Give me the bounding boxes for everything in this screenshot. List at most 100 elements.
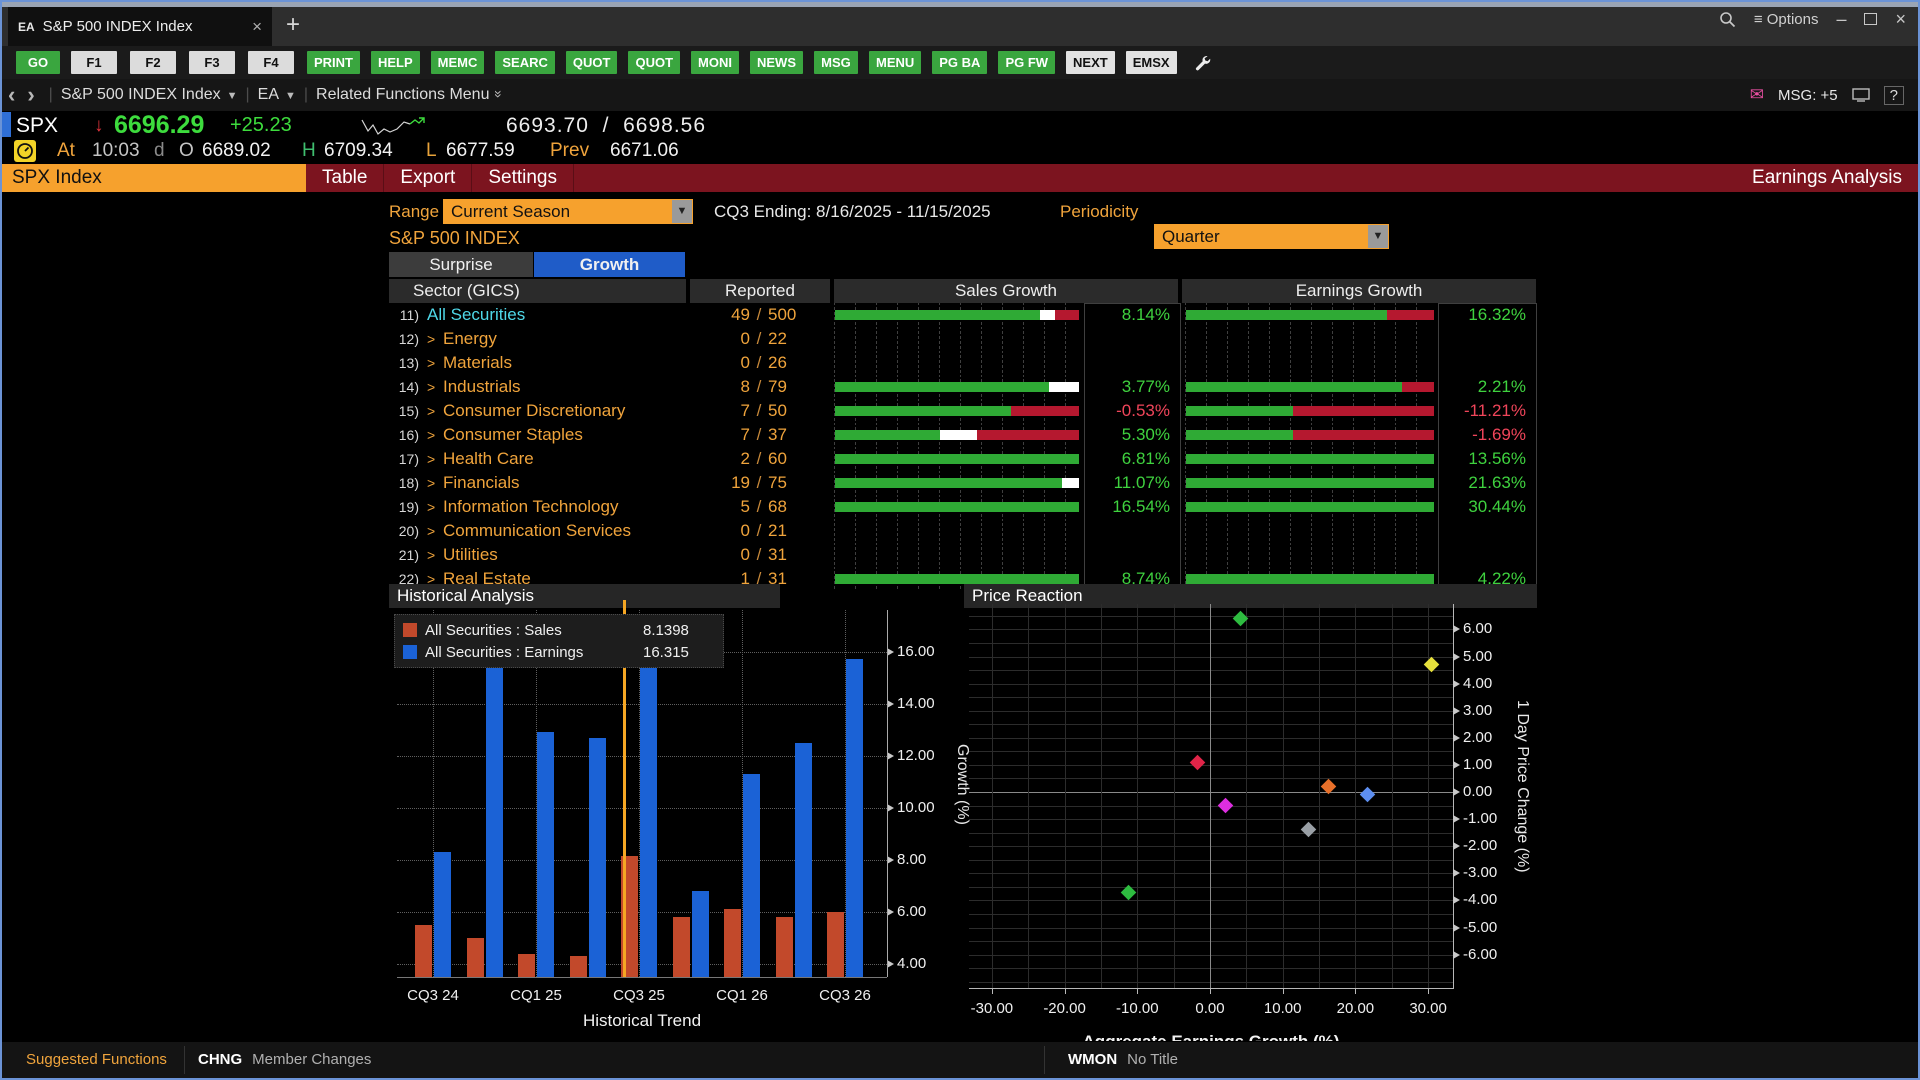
function-menu[interactable]: EA▼ xyxy=(258,86,296,104)
toolbar-button-pg-fw[interactable]: PG FW xyxy=(998,51,1055,74)
wrench-icon[interactable] xyxy=(1194,54,1211,71)
toolbar-button-msg[interactable]: MSG xyxy=(814,51,858,74)
toolbar-button-searc[interactable]: SEARC xyxy=(495,51,555,74)
sector-name[interactable]: Consumer Staples xyxy=(443,423,583,447)
suggested-function-wmon[interactable]: WMONNo Title xyxy=(1068,1051,1178,1068)
expand-caret-icon[interactable]: > xyxy=(427,327,435,351)
tab-surprise[interactable]: Surprise xyxy=(389,252,533,277)
close-icon[interactable]: × xyxy=(1895,10,1906,28)
menu-item-settings[interactable]: Settings xyxy=(472,164,574,192)
help-button[interactable]: ? xyxy=(1884,86,1904,105)
bar-miss-segment xyxy=(1055,310,1079,320)
menu-item-table[interactable]: Table xyxy=(306,164,384,192)
toolbar-button-go[interactable]: GO xyxy=(16,51,60,74)
expand-caret-icon[interactable]: > xyxy=(427,399,435,423)
gridline xyxy=(1246,604,1247,988)
sector-name[interactable]: Health Care xyxy=(443,447,534,471)
suggested-function-chng[interactable]: CHNGMember Changes xyxy=(198,1051,371,1068)
toolbar-button-moni[interactable]: MONI xyxy=(691,51,739,74)
y-axis-line xyxy=(887,610,888,977)
table-row[interactable]: 19)>Information Technology5/6816.54%30.4… xyxy=(389,495,1537,519)
minimize-icon[interactable]: – xyxy=(1836,10,1846,28)
toolbar-button-f3[interactable]: F3 xyxy=(189,51,235,74)
toolbar-button-help[interactable]: HELP xyxy=(371,51,420,74)
expand-caret-icon[interactable]: > xyxy=(427,543,435,567)
msg-count[interactable]: MSG: +5 xyxy=(1778,87,1838,104)
table-row[interactable]: 15)>Consumer Discretionary7/50-0.53%-11.… xyxy=(389,399,1537,423)
related-functions-menu[interactable]: Related Functions Menu» xyxy=(316,86,503,104)
sector-name[interactable]: Energy xyxy=(443,327,497,351)
chevron-down-icon[interactable]: ▼ xyxy=(1368,225,1388,248)
search-icon[interactable] xyxy=(1719,11,1736,28)
scatter-y-axis-label: 1 Day Price Change (%) xyxy=(1513,700,1531,873)
forward-icon[interactable]: › xyxy=(21,82,40,108)
bar-beat-segment xyxy=(1186,502,1434,512)
chevron-down-icon: ▼ xyxy=(285,90,296,102)
reported-count: 19/75 xyxy=(688,471,832,495)
toolbar-button-emsx[interactable]: EMSX xyxy=(1126,51,1177,74)
expand-caret-icon[interactable]: > xyxy=(427,519,435,543)
terminal-tab[interactable]: EA S&P 500 INDEX Index × xyxy=(8,7,272,46)
options-menu[interactable]: ≡ Options xyxy=(1754,11,1819,28)
table-row[interactable]: 17)>Health Care2/606.81%13.56% xyxy=(389,447,1537,471)
tab-growth[interactable]: Growth xyxy=(534,252,685,277)
table-row[interactable]: 20)>Communication Services0/21 xyxy=(389,519,1537,543)
table-row[interactable]: 12)>Energy0/22 xyxy=(389,327,1537,351)
bar-inline-segment xyxy=(1040,310,1055,320)
expand-caret-icon[interactable]: > xyxy=(427,375,435,399)
col-header-reported[interactable]: Reported xyxy=(690,279,832,303)
toolbar-button-news[interactable]: NEWS xyxy=(750,51,803,74)
toolbar-button-pg-ba[interactable]: PG BA xyxy=(932,51,987,74)
toolbar-button-quot[interactable]: QUOT xyxy=(628,51,680,74)
toolbar-button-quot[interactable]: QUOT xyxy=(566,51,618,74)
periodicity-dropdown[interactable]: Quarter ▼ xyxy=(1154,224,1389,249)
reported-separator: / xyxy=(750,399,768,423)
expand-caret-icon[interactable]: > xyxy=(427,423,435,447)
expand-caret-icon[interactable]: > xyxy=(427,471,435,495)
security-menu[interactable]: S&P 500 INDEX Index▼ xyxy=(61,86,238,104)
chevron-down-icon[interactable]: ▼ xyxy=(672,200,692,223)
toolbar-button-menu[interactable]: MENU xyxy=(869,51,921,74)
table-row[interactable]: 21)>Utilities0/31 xyxy=(389,543,1537,567)
table-row[interactable]: 13)>Materials0/26 xyxy=(389,351,1537,375)
range-dropdown[interactable]: Current Season ▼ xyxy=(443,199,693,224)
reported-done: 0 xyxy=(688,543,750,567)
sector-name[interactable]: Utilities xyxy=(443,543,498,567)
table-row[interactable]: 18)>Financials19/7511.07%21.63% xyxy=(389,471,1537,495)
back-icon[interactable]: ‹ xyxy=(2,82,21,108)
expand-caret-icon[interactable]: > xyxy=(427,447,435,471)
toolbar-button-f1[interactable]: F1 xyxy=(71,51,117,74)
maximize-icon[interactable] xyxy=(1864,13,1877,25)
col-header-sales-growth[interactable]: Sales Growth xyxy=(834,279,1180,303)
toolbar-button-memc[interactable]: MEMC xyxy=(431,51,485,74)
message-envelope-icon[interactable]: ✉ xyxy=(1750,85,1764,105)
sector-name[interactable]: Consumer Discretionary xyxy=(443,399,625,423)
toolbar-button-next[interactable]: NEXT xyxy=(1066,51,1115,74)
menu-item-export[interactable]: Export xyxy=(384,164,472,192)
toolbar-button-f2[interactable]: F2 xyxy=(130,51,176,74)
toolbar-button-print[interactable]: PRINT xyxy=(307,51,360,74)
sector-name[interactable]: Information Technology xyxy=(443,495,618,519)
panel-launch-icon[interactable] xyxy=(1852,88,1870,102)
table-row[interactable]: 14)>Industrials8/793.77%2.21% xyxy=(389,375,1537,399)
context-security-tab[interactable]: SPX Index xyxy=(2,164,306,192)
sector-name[interactable]: Financials xyxy=(443,471,520,495)
col-header-sector[interactable]: Sector (GICS) xyxy=(389,279,688,303)
expand-caret-icon[interactable]: > xyxy=(427,495,435,519)
sector-name[interactable]: Communication Services xyxy=(443,519,631,543)
toolbar-button-f4[interactable]: F4 xyxy=(248,51,294,74)
x-tick-label: 0.00 xyxy=(1180,1000,1240,1017)
y-tick-label: 12.00 xyxy=(897,747,935,764)
table-row[interactable]: 11)All Securities49/5008.14%16.32% xyxy=(389,303,1537,327)
col-header-earnings-growth[interactable]: Earnings Growth xyxy=(1182,279,1536,303)
sector-name[interactable]: Industrials xyxy=(443,375,520,399)
sector-name[interactable]: All Securities xyxy=(427,303,525,327)
expand-caret-icon[interactable]: > xyxy=(427,351,435,375)
tab-close-icon[interactable]: × xyxy=(252,17,262,37)
table-row[interactable]: 16)>Consumer Staples7/375.30%-1.69% xyxy=(389,423,1537,447)
earnings-growth-bar xyxy=(1186,310,1434,320)
sector-name[interactable]: Materials xyxy=(443,351,512,375)
new-tab-button[interactable]: + xyxy=(286,10,300,40)
suggested-functions-link[interactable]: Suggested Functions xyxy=(26,1051,167,1068)
earnings-value-column-frame xyxy=(1438,303,1537,591)
